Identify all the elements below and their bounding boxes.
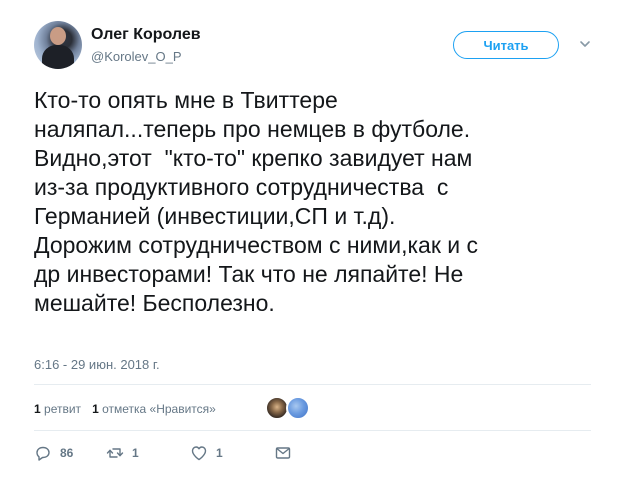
tweet-stats: 1 ретвит 1 отметка «Нравится»	[34, 402, 227, 416]
heart-icon	[191, 446, 207, 461]
like-count: 1	[216, 446, 223, 460]
author-name[interactable]: Олег Королев	[91, 26, 201, 44]
divider-top	[34, 384, 591, 385]
retweet-count: 1	[132, 446, 139, 460]
direct-message-button[interactable]	[274, 444, 292, 462]
chevron-down-icon[interactable]	[578, 38, 592, 50]
tweet-timestamp[interactable]: 6:16 - 29 июн. 2018 г.	[34, 357, 160, 372]
retweet-stat[interactable]: 1 ретвит	[34, 402, 81, 416]
retweet-icon	[106, 448, 124, 458]
like-stat-count: 1	[92, 402, 99, 416]
retweet-stat-label: ретвит	[44, 402, 82, 416]
like-button[interactable]: 1	[190, 444, 223, 462]
avatar[interactable]	[34, 21, 82, 69]
reply-icon	[36, 446, 50, 461]
like-stat-label: отметка «Нравится»	[102, 402, 216, 416]
avatar-suit	[42, 45, 74, 69]
author-handle[interactable]: @Korolev_O_P	[91, 49, 182, 64]
retweet-stat-count: 1	[34, 402, 41, 416]
likers-avatars	[265, 396, 310, 420]
reply-count: 86	[60, 446, 74, 460]
tweet-text: Кто-то опять мне в Твиттере наляпал...те…	[34, 87, 479, 316]
like-stat[interactable]: 1 отметка «Нравится»	[92, 402, 216, 416]
reply-button[interactable]: 86	[34, 444, 73, 462]
follow-button[interactable]: Читать	[453, 31, 559, 59]
avatar-face	[50, 27, 66, 45]
retweet-button[interactable]: 1	[106, 444, 139, 462]
message-icon	[275, 447, 291, 459]
divider-bottom	[34, 430, 591, 431]
liker-avatar[interactable]	[286, 396, 310, 420]
